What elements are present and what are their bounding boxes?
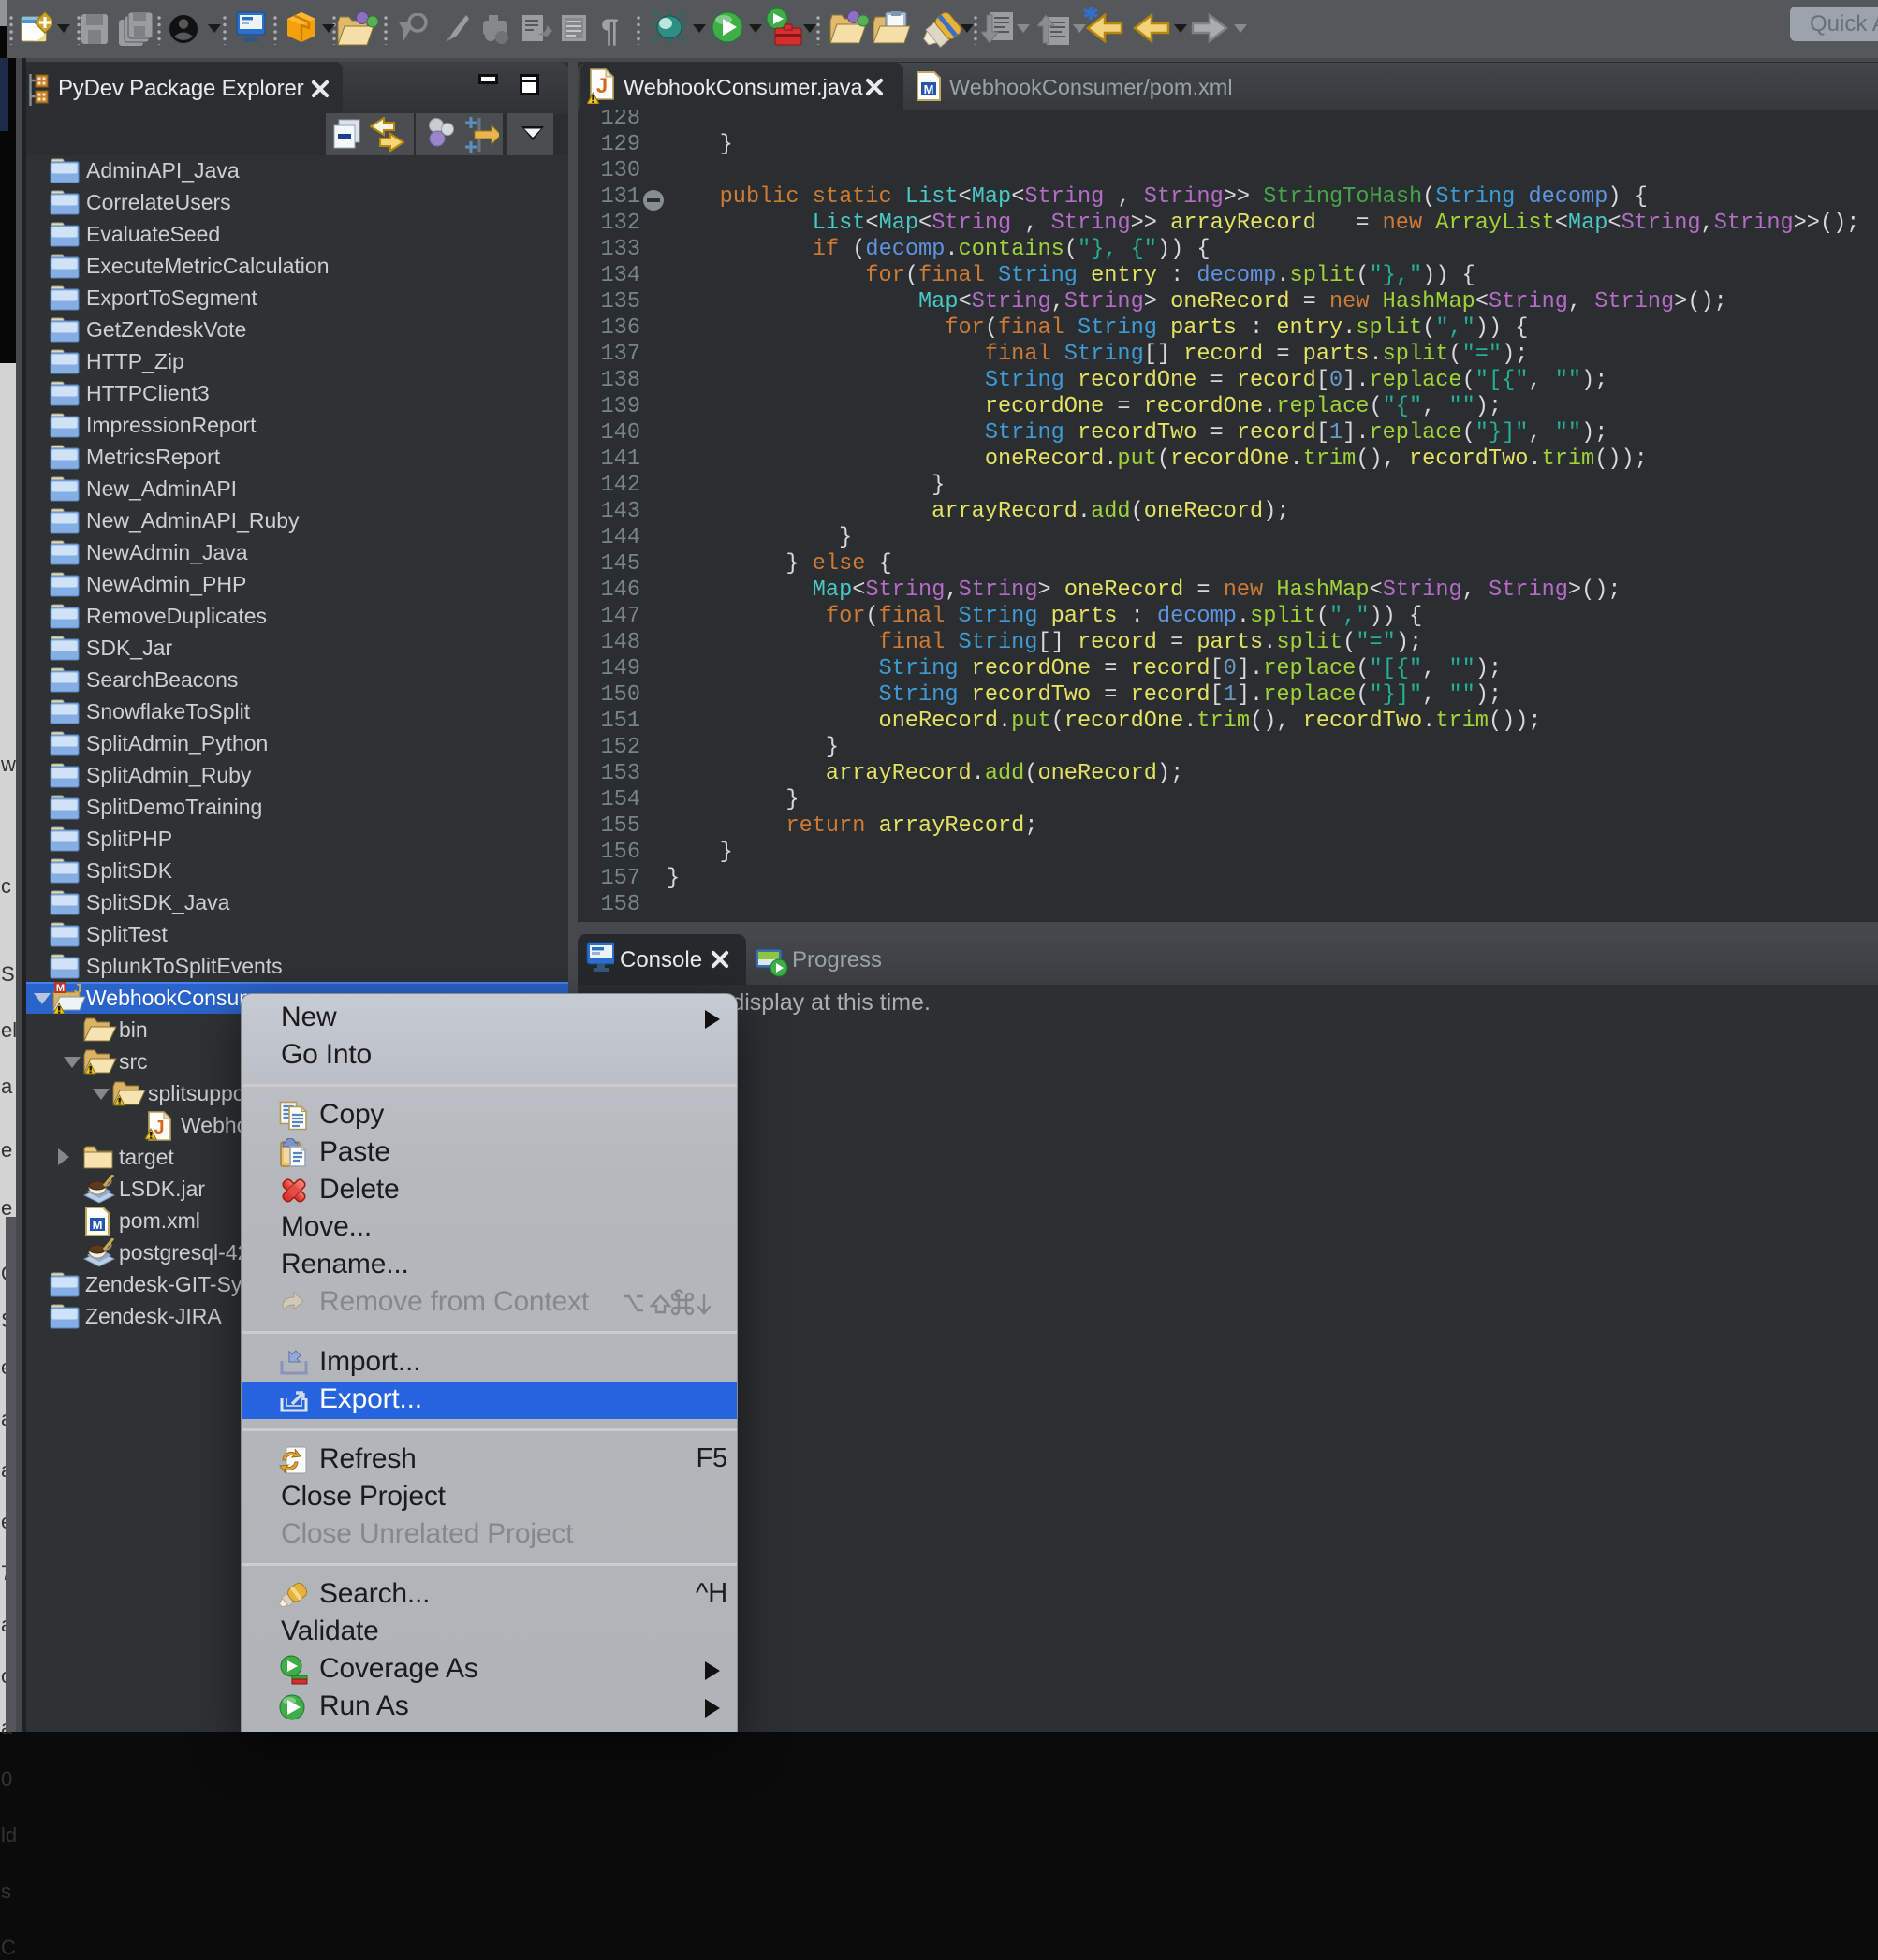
svg-text:J: J bbox=[596, 74, 608, 97]
svg-text:J: J bbox=[154, 1118, 164, 1138]
svg-text:M: M bbox=[924, 82, 934, 96]
svg-text:M: M bbox=[93, 1218, 103, 1232]
svg-text:M: M bbox=[56, 983, 65, 994]
svg-text:J: J bbox=[74, 982, 81, 997]
